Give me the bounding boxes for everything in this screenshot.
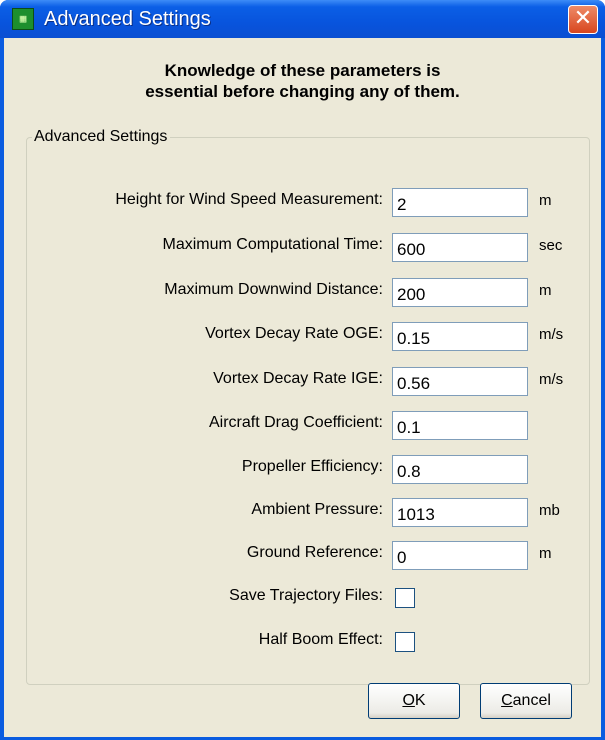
max-downwind-unit: m <box>539 282 552 299</box>
warning-line-2: essential before changing any of them. <box>145 82 460 101</box>
warning-message: Knowledge of these parameters is essenti… <box>4 60 601 102</box>
advanced-settings-window: ▦ Advanced Settings ✕ Knowledge of these… <box>0 0 605 740</box>
half-boom-label: Half Boom Effect: <box>258 631 383 648</box>
ground-reference-unit: m <box>539 545 552 562</box>
cancel-label-rest: ancel <box>512 692 551 709</box>
cancel-button[interactable]: Cancel <box>480 683 572 719</box>
cancel-accelerator: C <box>501 692 513 709</box>
ok-accelerator: O <box>402 692 415 709</box>
max-comp-time-unit: sec <box>539 237 563 254</box>
ambient-pressure-label: Ambient Pressure: <box>251 501 383 518</box>
vortex-oge-input[interactable]: 0.15 <box>392 322 528 351</box>
vortex-ige-unit: m/s <box>539 371 564 388</box>
dialog-body: Knowledge of these parameters is essenti… <box>4 38 601 737</box>
close-button[interactable]: ✕ <box>568 5 598 34</box>
save-trajectory-label: Save Trajectory Files: <box>229 587 383 604</box>
wind-height-unit: m <box>539 192 552 209</box>
ground-reference-label: Ground Reference: <box>246 544 383 561</box>
wind-height-input[interactable]: 2 <box>392 188 528 217</box>
save-trajectory-checkbox[interactable] <box>395 588 415 608</box>
propeller-efficiency-input[interactable]: 0.8 <box>392 455 528 484</box>
max-downwind-label: Maximum Downwind Distance: <box>164 281 383 298</box>
title-bar[interactable]: ▦ Advanced Settings ✕ <box>0 0 605 38</box>
ambient-pressure-unit: mb <box>539 502 560 519</box>
drag-coefficient-label: Aircraft Drag Coefficient: <box>209 414 383 431</box>
drag-coefficient-input[interactable]: 0.1 <box>392 411 528 440</box>
group-legend: Advanced Settings <box>32 128 171 146</box>
max-comp-time-input[interactable]: 600 <box>392 233 528 262</box>
propeller-efficiency-label: Propeller Efficiency: <box>241 458 383 475</box>
max-downwind-input[interactable]: 200 <box>392 278 528 307</box>
ok-label-rest: K <box>414 692 426 709</box>
vortex-oge-unit: m/s <box>539 326 564 343</box>
ground-reference-input[interactable]: 0 <box>392 541 528 570</box>
program-icon: ▦ <box>12 8 34 30</box>
window-title: Advanced Settings <box>44 8 211 30</box>
max-comp-time-label: Maximum Computational Time: <box>162 236 383 253</box>
warning-line-1: Knowledge of these parameters is <box>164 61 441 80</box>
ambient-pressure-input[interactable]: 1013 <box>392 498 528 527</box>
vortex-ige-input[interactable]: 0.56 <box>392 367 528 396</box>
half-boom-checkbox[interactable] <box>395 632 415 652</box>
wind-height-label: Height for Wind Speed Measurement: <box>115 191 383 208</box>
vortex-oge-label: Vortex Decay Rate OGE: <box>205 325 383 342</box>
vortex-ige-label: Vortex Decay Rate IGE: <box>213 370 383 387</box>
ok-button[interactable]: OK <box>368 683 460 719</box>
